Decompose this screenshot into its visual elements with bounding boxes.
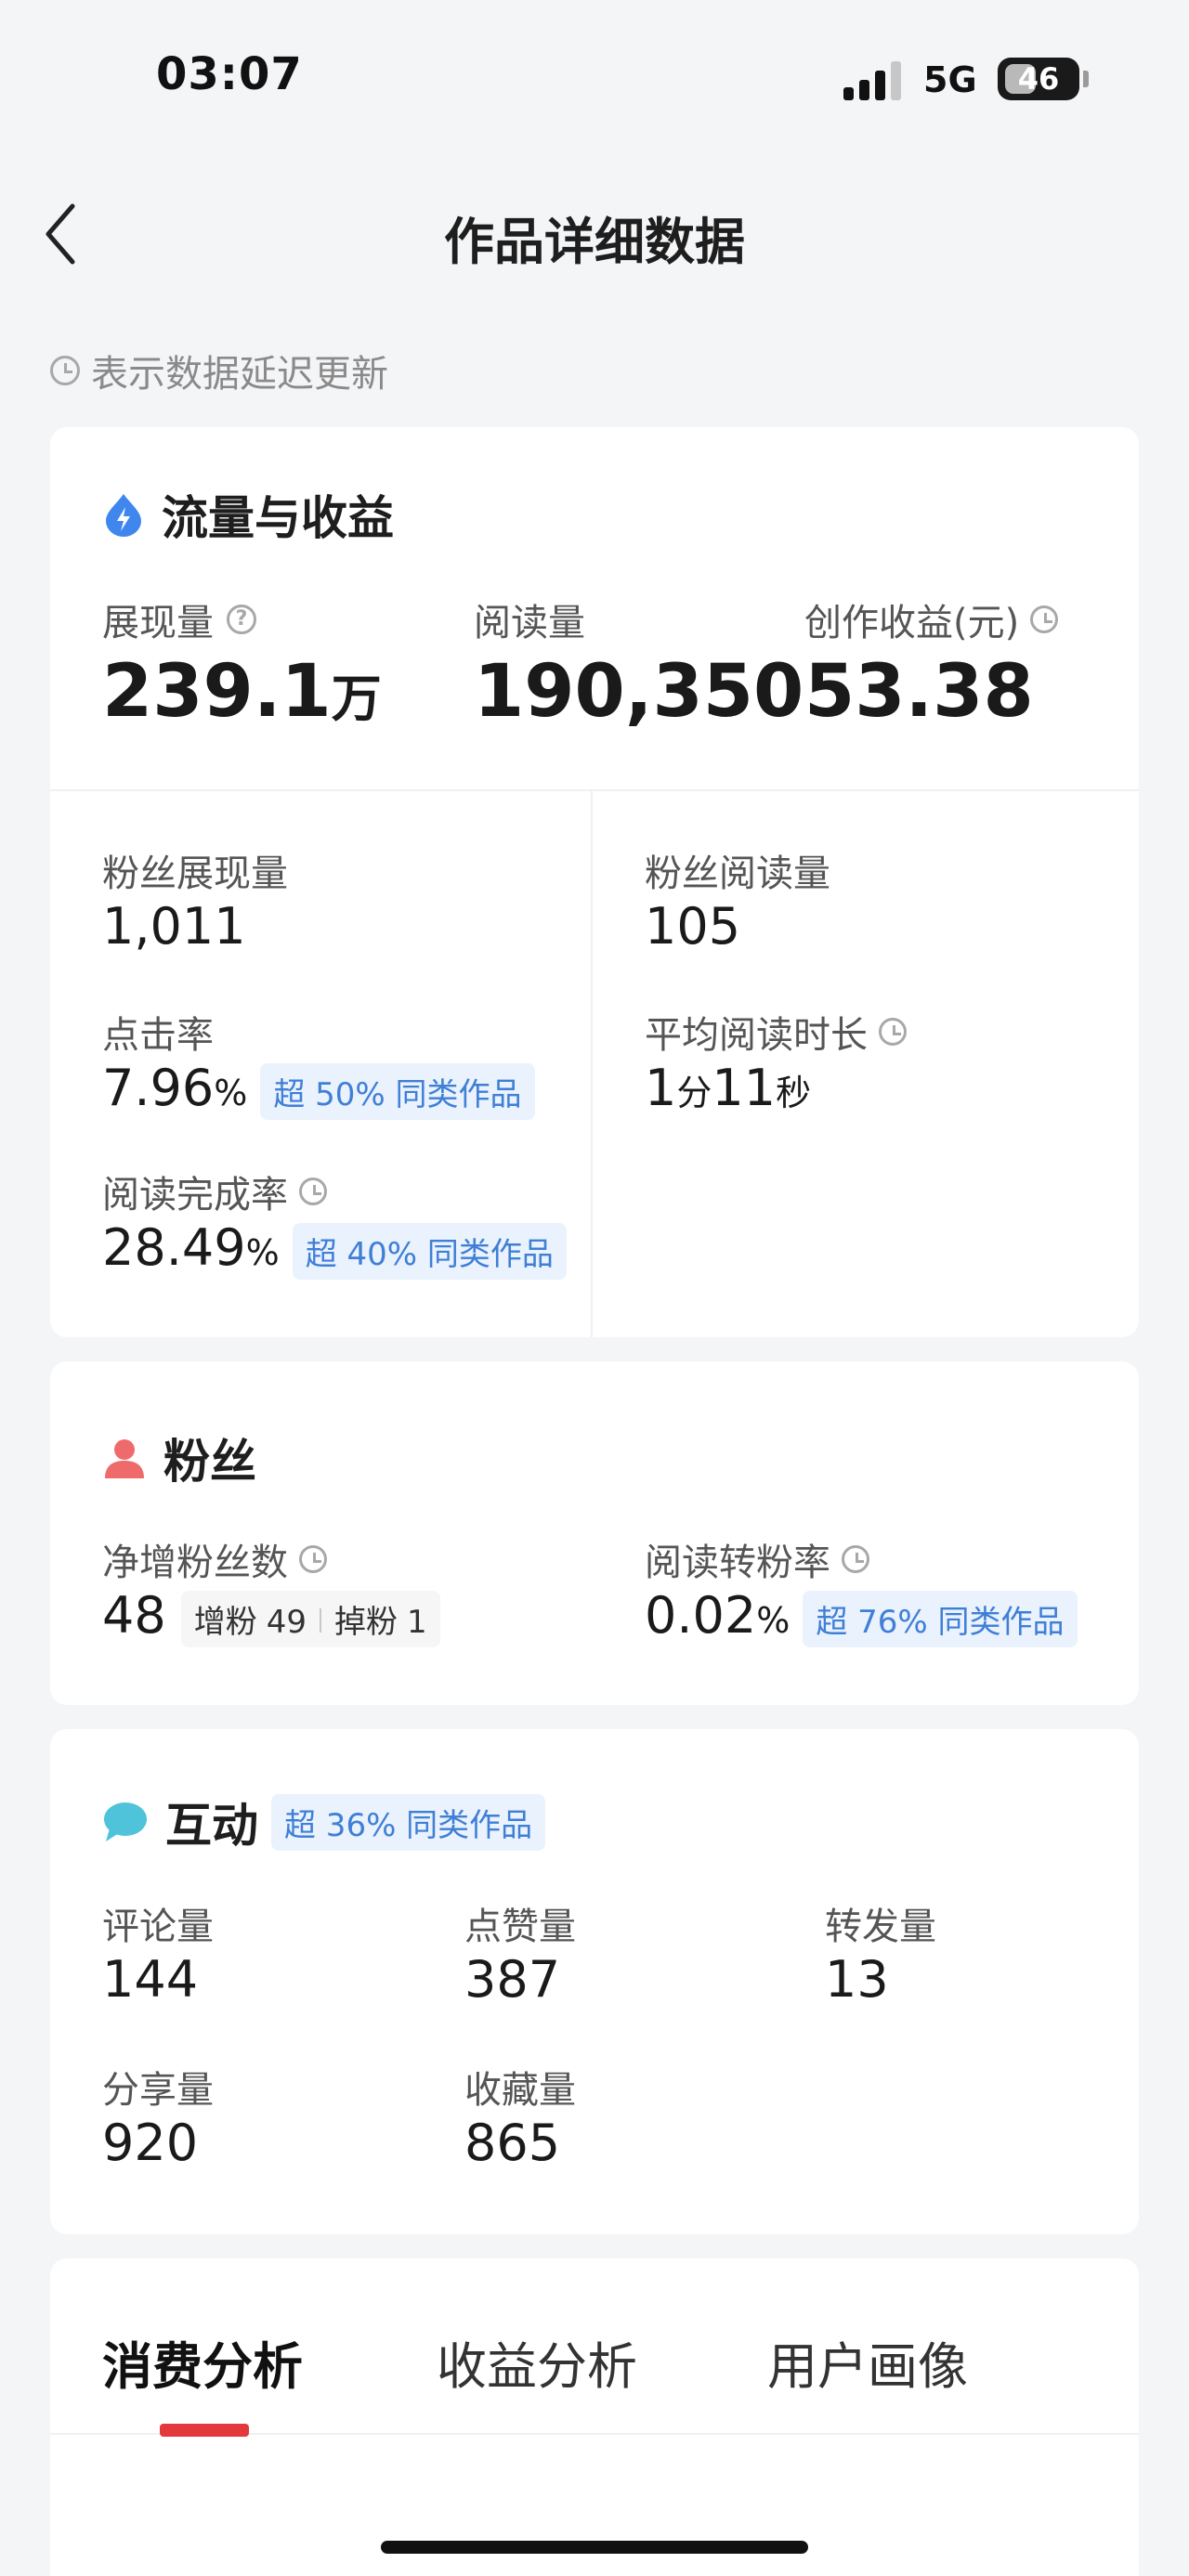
help-icon[interactable]: ?	[227, 605, 256, 634]
drop-bolt-icon	[106, 494, 141, 537]
avg-read-seconds-unit: 秒	[776, 1073, 812, 1113]
fan-impressions-label: 粉丝展现量	[102, 852, 288, 895]
battery-percent: 46	[1017, 61, 1060, 97]
fan-reads-value: 105	[645, 897, 741, 956]
clock-icon	[299, 1545, 327, 1573]
analysis-tabs-card	[50, 2258, 1139, 2576]
ctr-badge: 超 50% 同类作品	[260, 1063, 535, 1120]
interaction-card: 互动 超 36% 同类作品 评论量 144 点赞量 387 转发量 13 分享量…	[50, 1729, 1139, 2234]
fan-change-chip: 增粉 49 掉粉 1	[180, 1591, 440, 1647]
avg-read-time-value: 1 分 11 秒	[645, 1059, 811, 1117]
reads-value: 190,350	[474, 650, 804, 734]
clock-icon	[50, 356, 80, 385]
likes-value: 387	[464, 1950, 561, 2009]
traffic-card: 流量与收益 展现量 ? 239.1万 阅读量 190,350 创作收益(元) 5…	[50, 427, 1139, 1337]
completion-number: 28.49	[102, 1218, 246, 1277]
favorites-value: 865	[464, 2114, 561, 2172]
avg-read-time-label-text: 平均阅读时长	[645, 1014, 868, 1057]
impressions-unit: 万	[331, 670, 382, 728]
clock-icon	[879, 1018, 907, 1046]
divider	[50, 789, 1139, 791]
completion-badge: 超 40% 同类作品	[292, 1223, 567, 1280]
tab-earnings-analysis[interactable]: 收益分析	[437, 2325, 637, 2399]
delay-note: 表示数据延迟更新	[50, 344, 388, 397]
comments-label: 评论量	[102, 1906, 214, 1948]
conversion-badge: 超 76% 同类作品	[803, 1591, 1078, 1647]
clock-icon	[842, 1545, 869, 1573]
impressions-value: 239.1万	[102, 650, 382, 734]
impressions-label: 展现量 ?	[102, 592, 256, 646]
clock-icon	[299, 1177, 327, 1205]
net-fans-label: 净增粉丝数	[102, 1532, 327, 1586]
tab-user-profile[interactable]: 用户画像	[767, 2325, 968, 2399]
reposts-label: 转发量	[825, 1906, 936, 1948]
fan-impressions-value: 1,011	[102, 897, 246, 956]
conversion-label-text: 阅读转粉率	[645, 1542, 830, 1584]
earnings-label-text: 创作收益(元)	[804, 602, 1020, 644]
conversion-unit: %	[756, 1600, 790, 1641]
impressions-label-text: 展现量	[102, 602, 214, 644]
chat-bubble-icon	[104, 1802, 147, 1841]
completion-value: 28.49% 超 40% 同类作品	[102, 1218, 567, 1280]
completion-label-text: 阅读完成率	[102, 1174, 288, 1216]
comments-value: 144	[102, 1950, 199, 2009]
home-indicator[interactable]	[381, 2541, 808, 2554]
likes-label: 点赞量	[464, 1906, 576, 1948]
avg-read-time-label: 平均阅读时长	[645, 1005, 907, 1059]
battery-icon: 46	[998, 58, 1079, 100]
shares-value: 920	[102, 2114, 199, 2172]
favorites-label: 收藏量	[464, 2069, 576, 2112]
conversion-number: 0.02	[645, 1586, 757, 1645]
traffic-title-text: 流量与收益	[162, 491, 394, 545]
status-time: 03:07	[156, 48, 303, 100]
battery-tip	[1083, 71, 1089, 87]
net-fans-value: 48 增粉 49 掉粉 1	[102, 1586, 440, 1647]
signal-icon	[843, 59, 903, 100]
loss-value: 1	[406, 1604, 427, 1641]
completion-unit: %	[245, 1232, 280, 1273]
earnings-value: 53.38	[804, 650, 1034, 734]
fans-title: 粉丝	[102, 1425, 256, 1491]
tab-consumption-analysis[interactable]: 消费分析	[102, 2325, 303, 2399]
nav-bar: 作品详细数据	[0, 176, 1189, 288]
network-type: 5G	[923, 59, 977, 100]
reposts-value: 13	[825, 1950, 889, 2009]
clock-icon	[1030, 605, 1059, 633]
interaction-title-text: 互动	[165, 1799, 258, 1853]
interaction-badge: 超 36% 同类作品	[271, 1793, 546, 1851]
net-fans-label-text: 净增粉丝数	[102, 1542, 288, 1584]
divider	[591, 789, 593, 1337]
chip-separator	[319, 1608, 321, 1633]
avg-read-minutes-unit: 分	[676, 1073, 712, 1113]
avg-read-seconds: 11	[712, 1059, 777, 1117]
interaction-title: 互动 超 36% 同类作品	[102, 1789, 546, 1855]
ctr-value: 7.96% 超 50% 同类作品	[102, 1059, 535, 1120]
fans-title-text: 粉丝	[163, 1435, 256, 1489]
ctr-unit: %	[214, 1073, 248, 1113]
reads-label: 阅读量	[474, 602, 585, 644]
avg-read-minutes: 1	[645, 1059, 677, 1117]
loss-label: 掉粉	[333, 1604, 398, 1641]
page-title: 作品详细数据	[444, 213, 745, 271]
ctr-number: 7.96	[102, 1059, 215, 1117]
delay-note-text: 表示数据延迟更新	[91, 353, 388, 396]
fan-reads-label: 粉丝阅读量	[645, 852, 830, 895]
impressions-number: 239.1	[102, 650, 332, 734]
person-icon	[105, 1439, 144, 1478]
ctr-label: 点击率	[102, 1014, 214, 1057]
earnings-label: 创作收益(元)	[804, 592, 1059, 646]
traffic-title: 流量与收益	[102, 481, 394, 548]
conversion-value: 0.02% 超 76% 同类作品	[645, 1586, 1078, 1647]
net-fans-number: 48	[102, 1586, 166, 1645]
conversion-label: 阅读转粉率	[645, 1532, 869, 1586]
shares-label: 分享量	[102, 2069, 214, 2112]
status-bar: 03:07 5G 46	[0, 0, 1189, 158]
fans-card: 粉丝 净增粉丝数 48 增粉 49 掉粉 1 阅读转粉率 0.02% 超 76%…	[50, 1361, 1139, 1705]
gain-value: 49	[266, 1604, 307, 1641]
active-tab-indicator	[160, 2424, 249, 2437]
completion-label: 阅读完成率	[102, 1164, 327, 1218]
gain-label: 增粉	[193, 1604, 257, 1641]
